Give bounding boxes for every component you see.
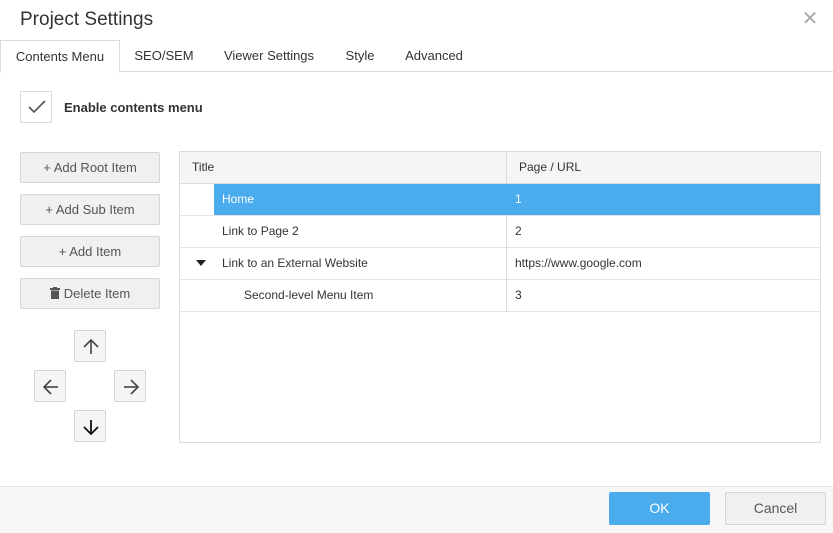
row-url: 3 xyxy=(515,288,522,302)
enable-contents-menu-label: Enable contents menu xyxy=(64,100,203,115)
column-divider xyxy=(506,280,507,312)
column-header-title[interactable]: Title xyxy=(192,160,214,174)
row-url: 2 xyxy=(515,224,522,238)
ok-button[interactable]: OK xyxy=(609,492,710,525)
dialog-title: Project Settings xyxy=(20,9,154,30)
close-icon[interactable]: ✕ xyxy=(801,9,819,29)
enable-contents-menu-checkbox[interactable] xyxy=(20,91,52,123)
table-row[interactable]: Home 1 xyxy=(180,184,820,216)
move-left-button[interactable] xyxy=(34,370,66,402)
row-url: 1 xyxy=(515,192,522,206)
grid-header: Title Page / URL xyxy=(180,152,820,184)
add-root-item-button[interactable]: + Add Root Item xyxy=(20,152,160,183)
table-row[interactable]: Second-level Menu Item 3 xyxy=(180,280,820,312)
menu-items-grid: Title Page / URL Home 1 Link to Page 2 2… xyxy=(179,151,821,443)
arrow-down-icon xyxy=(83,420,99,436)
tab-style[interactable]: Style xyxy=(330,40,390,72)
row-title: Link to Page 2 xyxy=(222,224,299,238)
column-divider xyxy=(506,248,507,280)
row-title: Second-level Menu Item xyxy=(244,288,374,302)
dialog-titlebar: Project Settings ✕ xyxy=(0,0,833,40)
tab-bar: Contents Menu SEO/SEM Viewer Settings St… xyxy=(0,40,833,73)
delete-item-button[interactable]: Delete Item xyxy=(20,278,160,309)
arrow-up-icon xyxy=(83,338,99,354)
table-row[interactable]: Link to an External Website https://www.… xyxy=(180,248,820,280)
row-title: Home xyxy=(222,192,255,206)
arrow-right-icon xyxy=(124,379,140,395)
tab-viewer-settings[interactable]: Viewer Settings xyxy=(208,40,330,72)
move-down-button[interactable] xyxy=(74,410,106,442)
add-item-button[interactable]: + Add Item xyxy=(20,236,160,267)
column-divider xyxy=(506,152,507,184)
arrow-left-icon xyxy=(42,379,58,395)
expand-caret-icon[interactable] xyxy=(196,260,206,266)
row-url: https://www.google.com xyxy=(515,256,642,270)
cancel-button[interactable]: Cancel xyxy=(725,492,826,525)
row-title: Link to an External Website xyxy=(222,256,368,270)
table-row[interactable]: Link to Page 2 2 xyxy=(180,216,820,248)
column-header-page-url[interactable]: Page / URL xyxy=(519,160,581,174)
move-up-button[interactable] xyxy=(74,330,106,362)
trash-icon xyxy=(49,280,60,309)
tab-contents-menu[interactable]: Contents Menu xyxy=(0,40,120,73)
delete-item-label: Delete Item xyxy=(63,286,131,301)
move-right-button[interactable] xyxy=(114,370,146,402)
tab-seo-sem[interactable]: SEO/SEM xyxy=(120,40,208,72)
tab-advanced[interactable]: Advanced xyxy=(390,40,478,72)
column-divider xyxy=(506,216,507,248)
checkmark-icon xyxy=(28,100,46,114)
add-sub-item-button[interactable]: + Add Sub Item xyxy=(20,194,160,225)
